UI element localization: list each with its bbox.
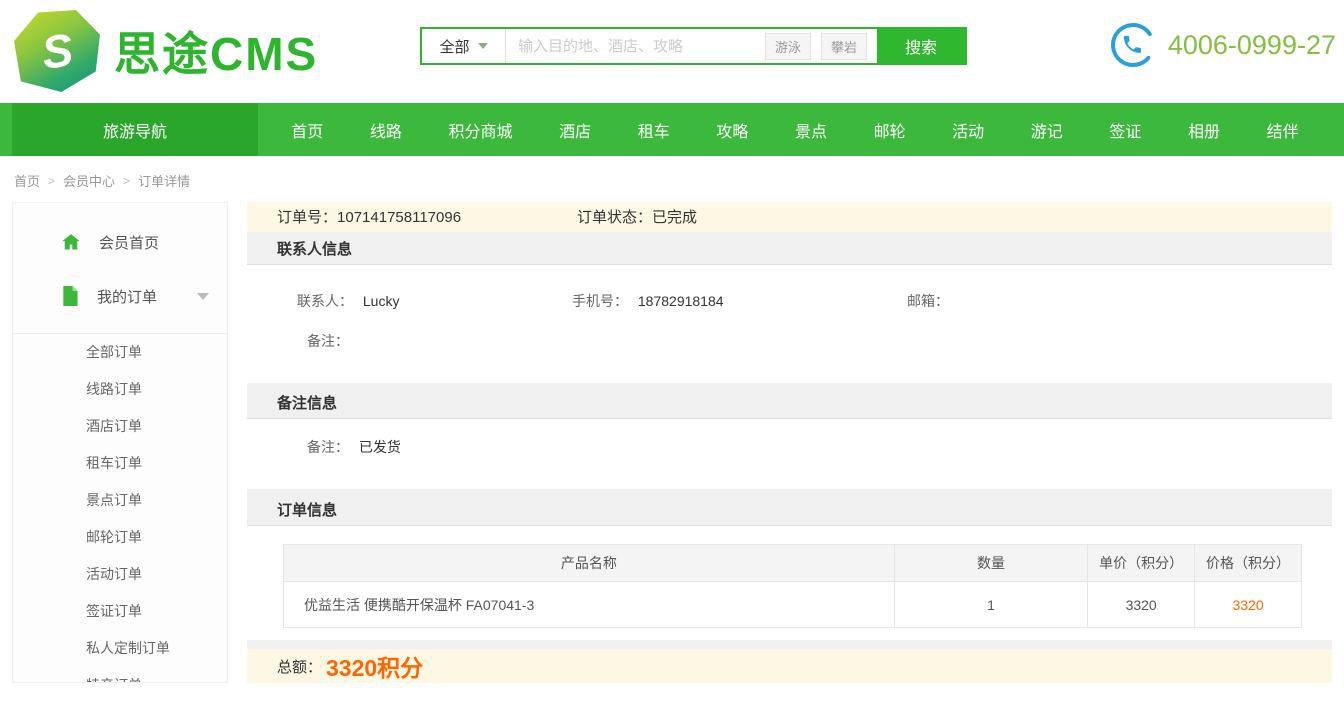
hot-tag-climbing[interactable]: 攀岩 (821, 33, 867, 60)
chevron-down-icon (478, 43, 488, 49)
sidebar-item-hotel-orders[interactable]: 酒店订单 (13, 408, 227, 445)
sidebar-item-attraction-orders[interactable]: 景点订单 (13, 482, 227, 519)
order-no-label: 订单号： (277, 209, 337, 226)
contact-note-label: 备注： (307, 321, 349, 361)
chevron-down-icon[interactable] (197, 293, 209, 300)
email-label: 邮箱： (907, 281, 949, 321)
contact-section-title: 联系人信息 (247, 234, 1332, 265)
col-header-unit-price: 单价（积分） (1088, 545, 1195, 582)
nav-item-visa[interactable]: 签证 (1103, 118, 1147, 142)
nav-items: 首页 线路 积分商城 酒店 租车 攻略 景点 邮轮 活动 游记 签证 相册 结伴 (258, 103, 1332, 156)
mobile-label: 手机号： (572, 281, 628, 321)
nav-item-companion[interactable]: 结伴 (1261, 118, 1305, 142)
remark-label: 备注： (307, 429, 349, 465)
sidebar-item-my-orders[interactable]: 我的订单 (13, 269, 227, 323)
sidebar-item-car-orders[interactable]: 租车订单 (13, 445, 227, 482)
breadcrumb-home[interactable]: 首页 (14, 171, 40, 190)
nav-item-album[interactable]: 相册 (1182, 118, 1226, 142)
contact-name-label: 联系人： (297, 281, 353, 321)
logo-s-mark: S (38, 22, 76, 80)
sidebar-item-route-orders[interactable]: 线路订单 (13, 371, 227, 408)
breadcrumb: 首页 > 会员中心 > 订单详情 (0, 156, 1344, 202)
mobile-value: 18782918184 (638, 293, 724, 309)
cell-product-name: 优益生活 便携酷开保温杯 FA07041-3 (284, 582, 895, 628)
remark-section-title: 备注信息 (247, 388, 1332, 419)
top-header: S 思途CMS 全部 游泳 攀岩 搜索 4006-0999-27 (0, 0, 1344, 103)
search-hot-tags: 游泳 攀岩 (765, 29, 877, 63)
order-detail-panel: 订单号：107141758117096 订单状态：已完成 联系人信息 联系人： … (247, 202, 1332, 683)
logo-hexagon-icon: S (14, 10, 100, 92)
breadcrumb-order-detail: 订单详情 (138, 171, 190, 190)
remark-value: 已发货 (359, 439, 401, 455)
order-total-bar: 总额： 3320积分 (247, 649, 1332, 683)
nav-item-attractions[interactable]: 景点 (789, 118, 833, 142)
home-icon (61, 232, 81, 252)
spacer (247, 489, 1332, 496)
search-input[interactable] (506, 29, 765, 63)
logo[interactable]: S 思途CMS (14, 10, 318, 92)
order-status-value: 已完成 (652, 209, 697, 226)
col-header-quantity: 数量 (894, 545, 1087, 582)
nav-item-routes[interactable]: 线路 (364, 118, 408, 142)
nav-item-cruise[interactable]: 邮轮 (868, 118, 912, 142)
nav-item-home[interactable]: 首页 (285, 118, 329, 142)
nav-item-activities[interactable]: 活动 (946, 118, 990, 142)
contact-name-value: Lucky (363, 293, 400, 309)
spacer (247, 640, 1332, 649)
search-category-select[interactable]: 全部 (422, 29, 506, 63)
col-header-product-name: 产品名称 (284, 545, 895, 582)
cell-total-price: 3320 (1195, 582, 1302, 628)
main-nav: 旅游导航 首页 线路 积分商城 酒店 租车 攻略 景点 邮轮 活动 游记 签证 … (0, 103, 1344, 156)
cell-unit-price: 3320 (1088, 582, 1195, 628)
order-section-title: 订单信息 (247, 495, 1332, 526)
nav-title-travel-guide[interactable]: 旅游导航 (12, 103, 258, 156)
nav-item-car-rental[interactable]: 租车 (632, 118, 676, 142)
member-sidebar: 会员首页 我的订单 全部订单 线路订单 酒店订单 租车订单 景点订单 邮轮订单 … (12, 202, 228, 683)
sidebar-item-label: 会员首页 (99, 232, 159, 253)
sidebar-item-activity-orders[interactable]: 活动订单 (13, 556, 227, 593)
breadcrumb-member-center[interactable]: 会员中心 (63, 171, 115, 190)
content: 会员首页 我的订单 全部订单 线路订单 酒店订单 租车订单 景点订单 邮轮订单 … (0, 202, 1344, 683)
total-value: 3320积分 (326, 649, 423, 683)
order-no-value: 107141758117096 (337, 209, 461, 226)
col-header-total-price: 价格（积分） (1195, 545, 1302, 582)
table-header-row: 产品名称 数量 单价（积分） 价格（积分） (284, 545, 1302, 582)
phone-icon (1110, 22, 1156, 68)
breadcrumb-separator: > (48, 174, 55, 188)
nav-item-points-mall[interactable]: 积分商城 (443, 118, 519, 142)
table-row: 优益生活 便携酷开保温杯 FA07041-3 1 3320 3320 (284, 582, 1302, 628)
nav-item-travel-notes[interactable]: 游记 (1025, 118, 1069, 142)
search-button[interactable]: 搜索 (877, 29, 965, 63)
order-summary-bar: 订单号：107141758117096 订单状态：已完成 (247, 202, 1332, 232)
document-icon (61, 286, 79, 306)
sidebar-item-specialty-orders[interactable]: 特产订单 (13, 667, 227, 683)
phone-number: 4006-0999-27 (1168, 30, 1336, 61)
sidebar-item-visa-orders[interactable]: 签证订单 (13, 593, 227, 630)
breadcrumb-separator: > (123, 174, 130, 188)
service-phone: 4006-0999-27 (1110, 22, 1336, 68)
total-label: 总额： (277, 656, 322, 677)
sidebar-item-custom-orders[interactable]: 私人定制订单 (13, 630, 227, 667)
logo-text: 思途CMS (114, 18, 318, 84)
hot-tag-swimming[interactable]: 游泳 (765, 33, 811, 60)
remark-info-section: 备注信息 备注： 已发货 (247, 388, 1332, 489)
sidebar-item-label: 我的订单 (97, 286, 157, 307)
nav-item-guides[interactable]: 攻略 (710, 118, 754, 142)
sidebar-item-all-orders[interactable]: 全部订单 (13, 334, 227, 371)
cell-quantity: 1 (894, 582, 1087, 628)
nav-item-hotel[interactable]: 酒店 (553, 118, 597, 142)
order-status-label: 订单状态： (577, 209, 652, 226)
contact-info-section: 联系人信息 联系人： Lucky 手机号： 18782918184 邮箱： (247, 234, 1332, 383)
search-category-value: 全部 (439, 36, 469, 57)
order-items-table: 产品名称 数量 单价（积分） 价格（积分） 优益生活 便携酷开保温杯 FA070… (283, 544, 1302, 628)
sidebar-item-member-home[interactable]: 会员首页 (13, 215, 227, 269)
search-bar: 全部 游泳 攀岩 搜索 (420, 27, 967, 65)
sidebar-item-cruise-orders[interactable]: 邮轮订单 (13, 519, 227, 556)
order-info-section: 订单信息 产品名称 数量 单价（积分） 价格（积分） 优益生活 便携酷开保温杯 … (247, 495, 1332, 640)
